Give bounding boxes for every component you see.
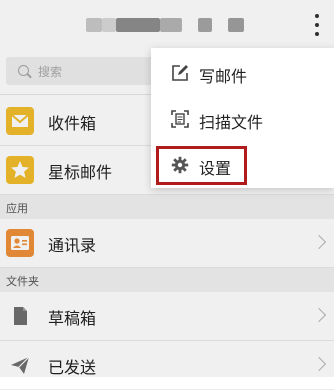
- app-header: [0, 0, 334, 48]
- section-header-apps: 应用: [0, 195, 334, 219]
- section-label: 应用: [6, 202, 28, 215]
- menu-label: 写邮件: [199, 67, 248, 86]
- chevron-right-icon: [311, 307, 327, 323]
- overflow-menu: 写邮件 扫描文件 设置: [151, 48, 334, 188]
- search-icon: [18, 65, 29, 76]
- chevron-right-icon: [311, 356, 327, 372]
- section-label: 文件夹: [6, 275, 39, 288]
- star-icon: [6, 156, 34, 184]
- list-item-drafts[interactable]: 草稿箱: [0, 292, 334, 341]
- compose-icon: [171, 64, 189, 82]
- starred-label: 星标邮件: [48, 163, 113, 182]
- list-item-contacts[interactable]: 通讯录: [0, 219, 334, 268]
- sent-label: 已发送: [48, 358, 97, 377]
- menu-label: 设置: [199, 159, 232, 178]
- section-header-folders: 文件夹: [0, 268, 334, 292]
- gear-icon: [171, 156, 189, 174]
- menu-item-settings[interactable]: 设置: [151, 142, 334, 188]
- more-vertical-icon[interactable]: [309, 12, 325, 38]
- contacts-label: 通讯录: [48, 236, 97, 255]
- document-icon: [6, 302, 34, 330]
- list-item-sent[interactable]: 已发送: [0, 341, 334, 390]
- envelope-icon: [6, 107, 34, 135]
- menu-item-compose[interactable]: 写邮件: [151, 50, 334, 96]
- scan-icon: [171, 110, 189, 128]
- chevron-right-icon: [311, 234, 327, 250]
- menu-item-scan[interactable]: 扫描文件: [151, 96, 334, 142]
- drafts-label: 草稿箱: [48, 309, 97, 328]
- paper-plane-icon: [6, 351, 34, 379]
- inbox-label: 收件箱: [48, 114, 97, 133]
- contact-card-icon: [6, 229, 34, 257]
- search-placeholder: 搜索: [38, 65, 63, 79]
- menu-label: 扫描文件: [199, 113, 264, 132]
